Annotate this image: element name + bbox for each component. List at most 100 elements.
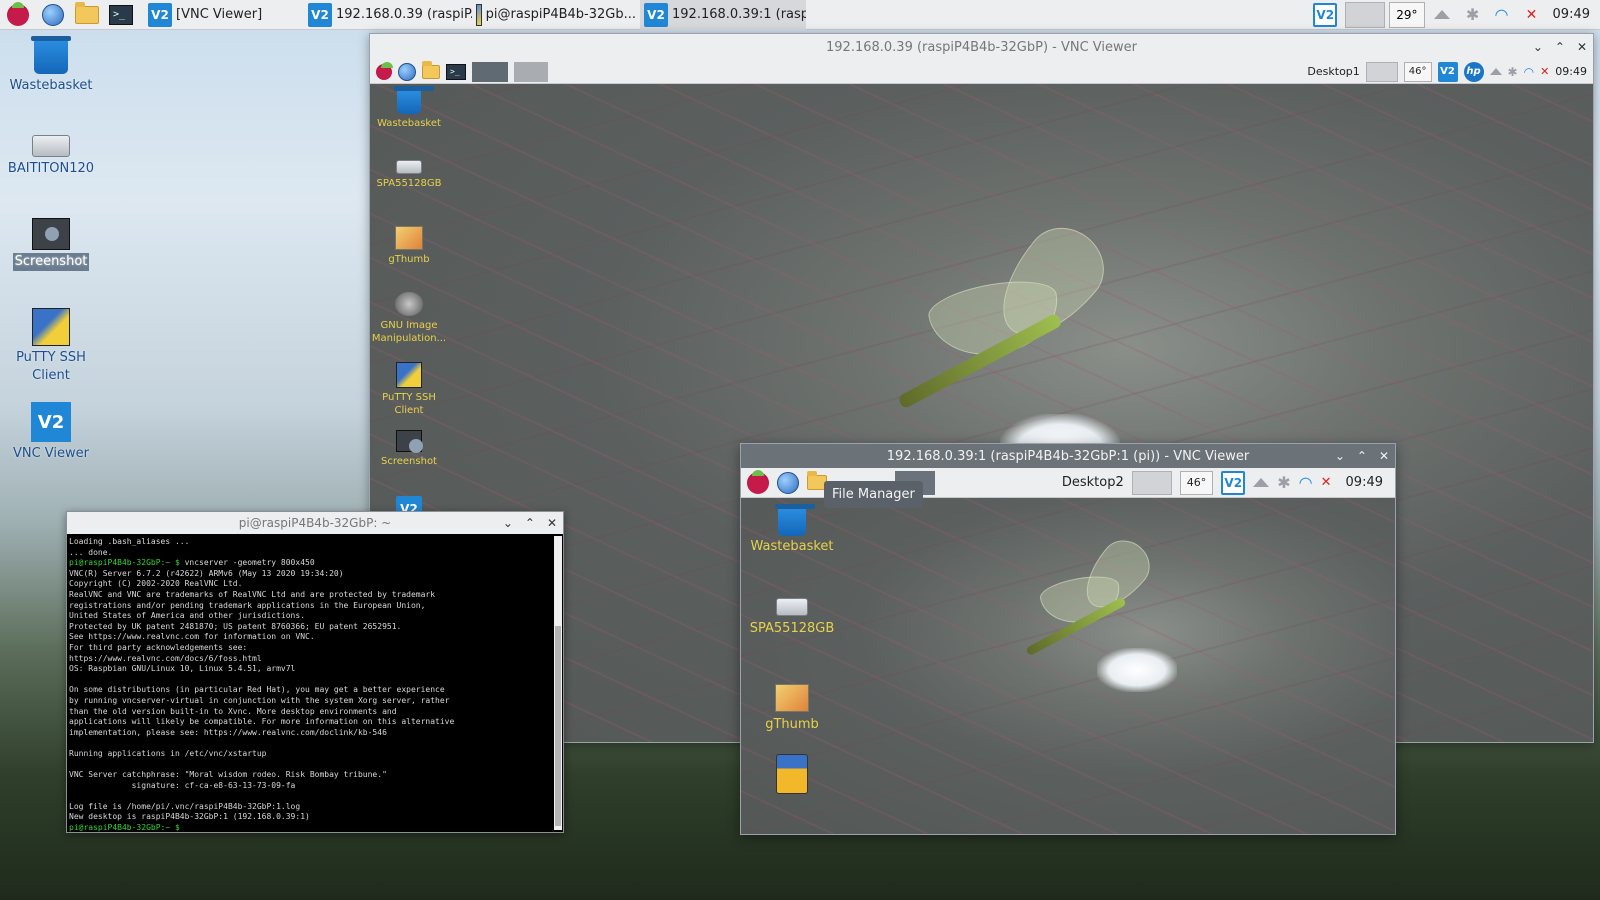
raspberry-menu-button[interactable]	[0, 0, 36, 30]
desktop-icon-vnc-viewer[interactable]: V2 VNC Viewer	[6, 402, 96, 463]
vnc-icon: V2	[644, 2, 668, 27]
desktop-pager[interactable]	[1365, 61, 1398, 82]
taskbar-item-vnc-viewer[interactable]: V2 [VNC Viewer]	[144, 0, 304, 30]
desktop-icon-drive[interactable]: BAITITON120	[6, 135, 96, 178]
terminal-line: signature: cf-ca-e8-63-13-73-09-fa	[69, 780, 296, 790]
desktop-icon-putty[interactable]: PuTTY SSH Client	[6, 308, 96, 385]
eject-icon[interactable]	[1489, 68, 1502, 75]
raspberry-icon[interactable]	[747, 469, 769, 494]
maximize-button[interactable]: ⌃	[525, 516, 535, 530]
clock[interactable]: 09:49	[1547, 7, 1600, 22]
camera-icon	[396, 430, 423, 453]
wifi-icon[interactable]: ◠	[1524, 65, 1534, 79]
camera-icon	[32, 218, 70, 250]
window-titlebar[interactable]: 192.168.0.39:1 (raspiP4B4b-32GbP:1 (pi))…	[741, 444, 1395, 468]
wifi-icon[interactable]: ◠	[1487, 0, 1517, 30]
vnc-icon: V2	[1313, 2, 1338, 27]
desktop-pager[interactable]	[1345, 1, 1386, 28]
remote-icon-putty[interactable]: PuTTY SSH Client	[374, 362, 444, 417]
web-browser-launcher[interactable]	[36, 0, 70, 30]
gimp-icon	[395, 292, 423, 316]
window-title: 192.168.0.39:1 (raspiP4B4b-32GbP:1 (pi))…	[886, 448, 1250, 464]
terminal-line: New desktop is raspiP4B4b-32GbP:1 (192.1…	[69, 812, 310, 822]
bluetooth-icon[interactable]: ✱	[1277, 473, 1290, 492]
volume-muted-icon[interactable]: ✕	[1540, 65, 1549, 78]
terminal-window[interactable]: pi@raspiP4B4b-32GbP: ~ ⌄ ⌃ ✕ Loading .ba…	[66, 511, 564, 833]
remote-task-button[interactable]	[472, 61, 508, 82]
terminal-scrollbar[interactable]	[554, 536, 562, 830]
eject-icon[interactable]	[1253, 478, 1270, 487]
desktop-icon-screenshot[interactable]: Screenshot	[6, 218, 96, 271]
wifi-icon[interactable]: ◠	[1299, 473, 1313, 492]
vnc-server-tray-button[interactable]: V2	[1309, 0, 1341, 30]
raspberry-icon[interactable]	[376, 61, 393, 80]
minimize-button[interactable]: ⌄	[1533, 40, 1543, 54]
globe-icon[interactable]	[398, 62, 416, 81]
remote-desktop-wallpaper[interactable]: Wastebasket SPA55128GB gThumb	[741, 498, 1395, 834]
cpu-temperature: 29°	[1389, 1, 1425, 28]
window-titlebar[interactable]: pi@raspiP4B4b-32GbP: ~ ⌄ ⌃ ✕	[67, 512, 563, 534]
bluetooth-icon[interactable]: ✱	[1459, 0, 1487, 30]
remote-icon-label: SPA55128GB	[749, 621, 835, 636]
desktop-label: Desktop1	[1307, 65, 1360, 78]
window-title: 192.168.0.39 (raspiP4B4b-32GbP) - VNC Vi…	[826, 39, 1137, 55]
close-button[interactable]: ✕	[547, 516, 557, 530]
remote-icon-label: Screenshot	[381, 456, 437, 467]
close-button[interactable]: ✕	[1577, 40, 1587, 54]
terminal-line: pi@raspiP4B4b-32GbP:~ $	[69, 823, 180, 832]
wastebasket-icon	[31, 36, 71, 74]
terminal-line: For third party acknowledgements see:	[69, 642, 248, 652]
window-titlebar[interactable]: 192.168.0.39 (raspiP4B4b-32GbP) - VNC Vi…	[370, 34, 1593, 60]
folder-icon	[75, 1, 99, 24]
bluetooth-icon[interactable]: ✱	[1508, 65, 1518, 79]
remote-icon-gimp[interactable]: GNU Image Manipulation...	[372, 292, 446, 345]
vnc-icon[interactable]: V2	[1221, 470, 1246, 495]
terminal-output[interactable]: Loading .bash_aliases ... ... done. pi@r…	[67, 534, 563, 832]
window-title: pi@raspiP4B4b-32GbP: ~	[238, 516, 392, 530]
desktop-icon-label: BAITITON120	[7, 161, 95, 176]
close-button[interactable]: ✕	[1379, 449, 1389, 463]
app-icon	[776, 754, 808, 794]
remote-icon-gthumb[interactable]: gThumb	[755, 684, 829, 731]
remote-icon-screenshot[interactable]: Screenshot	[374, 430, 444, 468]
maximize-button[interactable]: ⌃	[1555, 40, 1565, 54]
eject-icon	[1433, 10, 1450, 19]
eject-button[interactable]	[1425, 0, 1459, 30]
hp-icon[interactable]: hp	[1463, 61, 1484, 82]
remote-icon-filezilla[interactable]	[755, 754, 829, 794]
dragonfly-image	[860, 212, 1160, 484]
volume-muted-icon: ✕	[1525, 6, 1538, 23]
volume-button[interactable]: ✕	[1517, 0, 1547, 30]
maximize-button[interactable]: ⌃	[1357, 449, 1367, 463]
drive-icon	[32, 135, 70, 157]
taskbar-item-vnc-session-1[interactable]: V2 192.168.0.39 (raspiP...	[304, 0, 472, 30]
remote-icon-drive[interactable]: SPA55128GB	[747, 598, 837, 635]
minimize-button[interactable]: ⌄	[1335, 449, 1345, 463]
vnc-icon[interactable]: V2	[1437, 61, 1458, 82]
remote-icon-wastebasket[interactable]: Wastebasket	[374, 86, 444, 130]
terminal-line: ... done.	[69, 547, 113, 557]
minimize-button[interactable]: ⌄	[503, 516, 513, 530]
remote-icon-wastebasket[interactable]: Wastebasket	[751, 504, 834, 553]
folder-icon[interactable]	[422, 60, 440, 79]
taskbar-panel: >_ V2 [VNC Viewer] V2 192.168.0.39 (rasp…	[0, 0, 1600, 30]
file-manager-launcher[interactable]	[70, 0, 104, 30]
gthumb-icon	[395, 226, 423, 250]
terminal-icon[interactable]: >_	[446, 63, 466, 80]
desktop-pager[interactable]	[1131, 470, 1172, 495]
remote-task-button[interactable]	[514, 61, 548, 82]
remote-icon-gthumb[interactable]: gThumb	[374, 226, 444, 266]
taskbar-item-vnc-session-2[interactable]: V2 192.168.0.39:1 (raspi...	[640, 0, 806, 30]
desktop-icon-wastebasket[interactable]: Wastebasket	[6, 36, 96, 95]
terminal-launcher[interactable]: >_	[104, 0, 138, 30]
globe-icon[interactable]	[777, 471, 799, 494]
desktop-icon-label: Screenshot	[12, 253, 90, 271]
vnc-icon: V2	[308, 2, 332, 27]
remote-icon-drive[interactable]: SPA55128GB	[374, 160, 444, 190]
volume-muted-icon[interactable]: ✕	[1321, 475, 1332, 490]
terminal-line: Running applications in /etc/vnc/xstartu…	[69, 748, 267, 758]
taskbar-item-terminal[interactable]: pi@raspiP4B4b-32Gb...	[472, 0, 640, 30]
clock: 09:49	[1555, 65, 1587, 78]
terminal-line: Copyright (C) 2002-2020 RealVNC Ltd.	[69, 579, 243, 589]
taskbar-item-label: [VNC Viewer]	[176, 7, 263, 22]
